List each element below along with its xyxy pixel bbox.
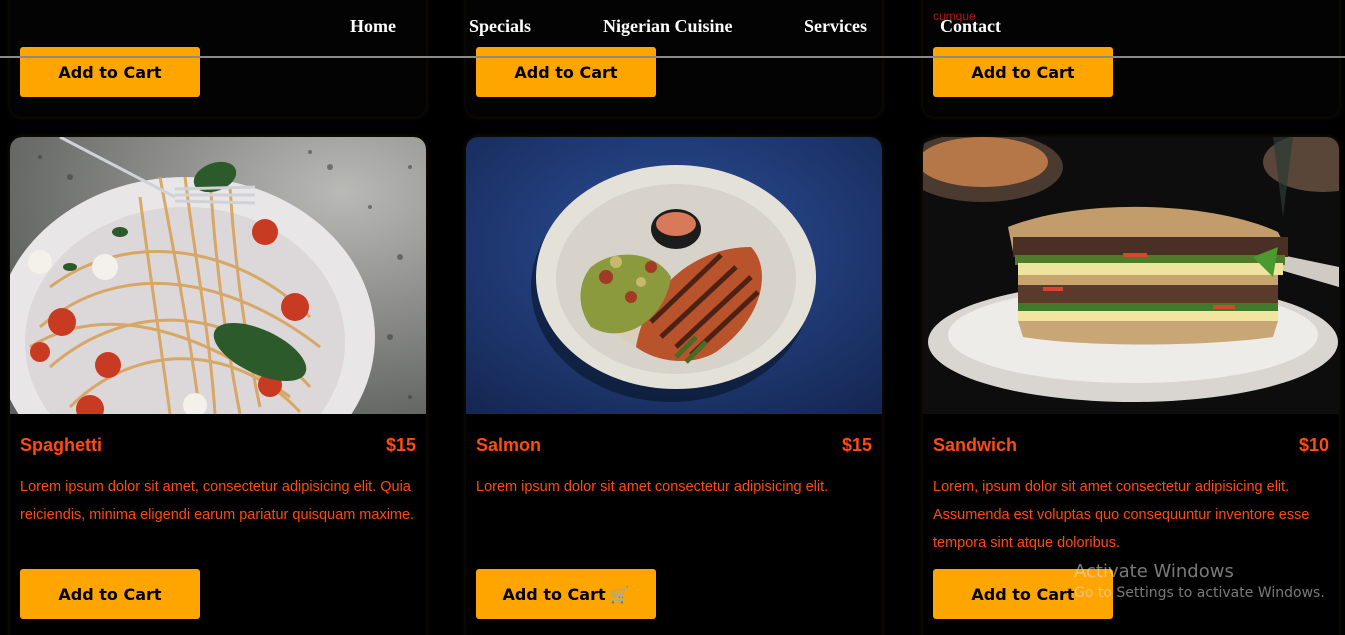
add-to-cart-button[interactable]: Add to Cart 🛒 [476,569,656,619]
spaghetti-photo [10,137,426,414]
menu-card-salmon: Salmon $15 Lorem ipsum dolor sit amet co… [466,137,882,635]
nav-link-nigerian-cuisine[interactable]: Nigerian Cuisine [603,16,733,37]
item-description: Lorem ipsum dolor sit amet consectetur a… [476,479,829,495]
salmon-photo [466,137,882,414]
item-price: $15 [841,435,872,455]
item-name: Salmon [476,435,542,455]
nav-link-contact[interactable]: Contact [940,16,1001,37]
item-name: Sandwich [933,435,1018,455]
cart-icon: 🛒 [609,584,630,604]
nav-link-home[interactable]: Home [350,16,396,37]
nav-link-services[interactable]: Services [804,16,867,37]
add-to-cart-label: Add to Cart [502,584,606,604]
sandwich-photo [923,137,1339,414]
nav-link-specials[interactable]: Specials [469,16,531,37]
item-price: $15 [385,435,416,455]
menu-card-sandwich: Sandwich $10 Lorem, ipsum dolor sit amet… [923,137,1339,635]
item-description: Lorem ipsum dolor sit amet, consectetur … [20,479,415,523]
item-description: Lorem, ipsum dolor sit amet consectetur … [933,479,1310,551]
menu-card-spaghetti: Spaghetti $15 Lorem ipsum dolor sit amet… [10,137,426,635]
add-to-cart-button[interactable]: Add to Cart [933,569,1113,619]
main-navbar: Home Specials Nigerian Cuisine Services … [0,0,1345,58]
add-to-cart-button[interactable]: Add to Cart [20,569,200,619]
item-price: $10 [1298,435,1329,455]
item-name: Spaghetti [20,435,103,455]
